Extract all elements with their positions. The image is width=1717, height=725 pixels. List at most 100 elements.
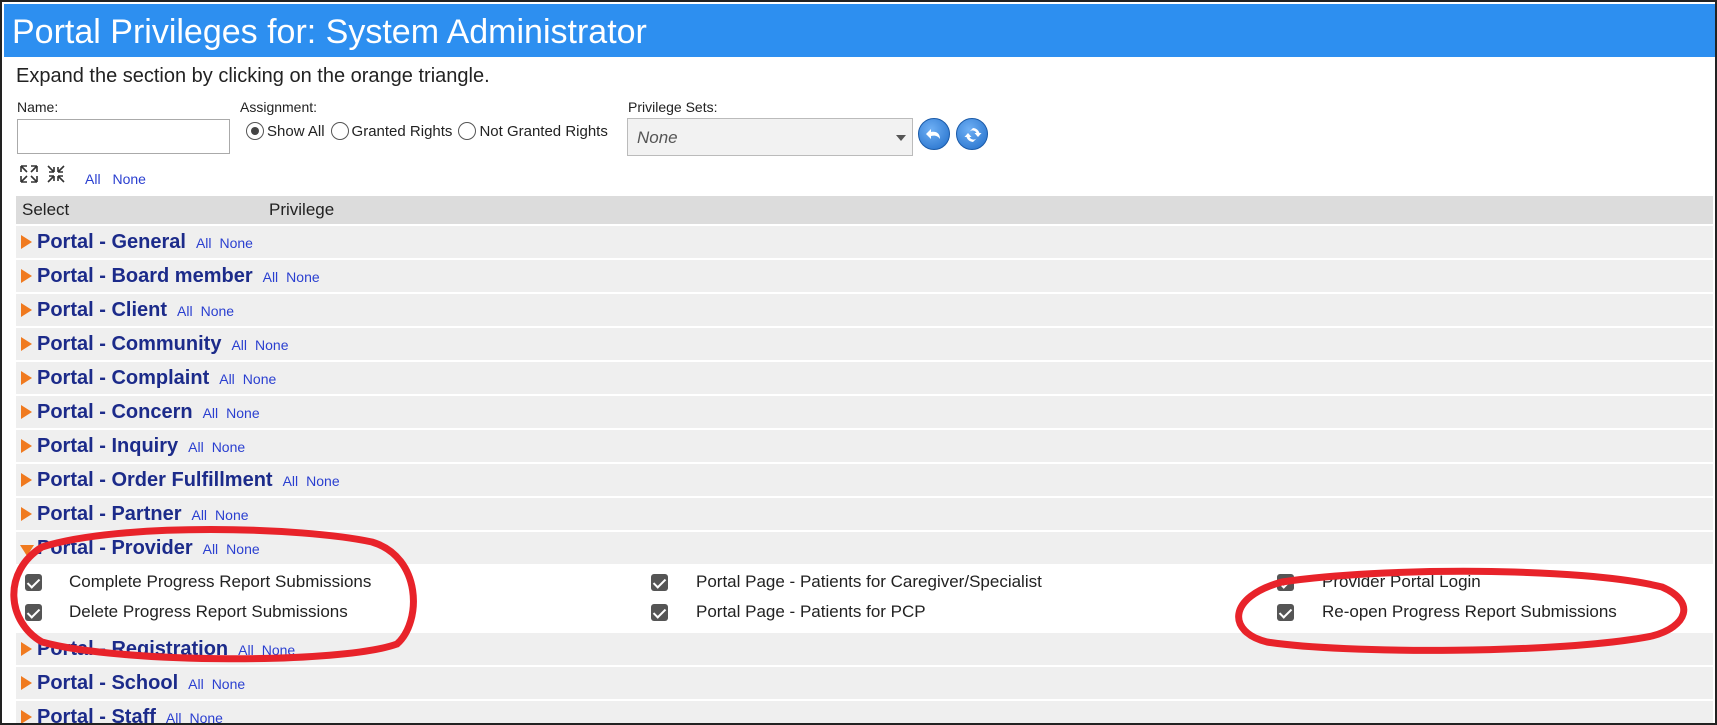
radio-granted-rights-label[interactable]: Granted Rights bbox=[352, 123, 453, 140]
group-name: Portal - Staff bbox=[37, 706, 156, 725]
assignment-label: Assignment: bbox=[240, 99, 318, 115]
refresh-button[interactable] bbox=[956, 118, 988, 150]
privilege-checkbox[interactable] bbox=[25, 604, 42, 621]
group-name: Portal - School bbox=[37, 672, 179, 694]
group-none-link[interactable]: None bbox=[189, 710, 222, 723]
radio-show-all-label[interactable]: Show All bbox=[267, 123, 325, 140]
undo-button[interactable] bbox=[918, 118, 950, 150]
group-row-community: Portal - Community All None bbox=[16, 328, 1713, 361]
expand-all-icon[interactable] bbox=[19, 164, 39, 189]
group-none-link[interactable]: None bbox=[212, 676, 245, 692]
group-row-order-fulfillment: Portal - Order Fulfillment All None bbox=[16, 464, 1713, 497]
group-all-link[interactable]: All bbox=[219, 371, 235, 387]
chevron-down-icon[interactable] bbox=[896, 135, 906, 141]
group-none-link[interactable]: None bbox=[201, 303, 234, 319]
group-none-link[interactable]: None bbox=[286, 269, 319, 285]
name-input[interactable] bbox=[17, 119, 230, 154]
column-header-select: Select bbox=[22, 200, 70, 219]
privilege-label: Portal Page - Patients for PCP bbox=[696, 602, 926, 621]
column-header-privilege: Privilege bbox=[269, 200, 335, 219]
radio-not-granted-rights-label[interactable]: Not Granted Rights bbox=[479, 123, 607, 140]
expand-triangle-icon[interactable] bbox=[21, 269, 32, 283]
radio-show-all[interactable] bbox=[246, 122, 264, 140]
group-all-link[interactable]: All bbox=[203, 541, 219, 557]
expand-triangle-icon[interactable] bbox=[21, 303, 32, 317]
select-none-link[interactable]: None bbox=[112, 171, 145, 187]
group-row-board-member: Portal - Board member All None bbox=[16, 260, 1713, 293]
group-none-link[interactable]: None bbox=[255, 337, 288, 353]
privilege-label: Complete Progress Report Submissions bbox=[69, 572, 372, 591]
group-row-partner: Portal - Partner All None bbox=[16, 498, 1713, 531]
group-none-link[interactable]: None bbox=[262, 642, 295, 658]
group-all-link[interactable]: All bbox=[283, 473, 299, 489]
expand-triangle-icon[interactable] bbox=[21, 642, 32, 656]
page-title: Portal Privileges for: System Administra… bbox=[4, 4, 1715, 57]
group-name: Portal - General bbox=[37, 231, 186, 253]
group-row-staff: Portal - Staff All None bbox=[16, 701, 1713, 725]
privilege-sets-label: Privilege Sets: bbox=[628, 99, 718, 115]
undo-icon bbox=[926, 129, 940, 139]
expand-triangle-icon[interactable] bbox=[21, 439, 32, 453]
group-row-registration: Portal - Registration All None bbox=[16, 633, 1713, 666]
group-all-link[interactable]: All bbox=[238, 642, 254, 658]
group-name: Portal - Client bbox=[37, 299, 168, 321]
group-name: Portal - Community bbox=[37, 333, 222, 355]
group-all-link[interactable]: All bbox=[203, 405, 219, 421]
group-name: Portal - Registration bbox=[37, 638, 229, 660]
table-header: Select Privilege bbox=[16, 196, 1713, 224]
expand-triangle-icon[interactable] bbox=[21, 405, 32, 419]
group-none-link[interactable]: None bbox=[212, 439, 245, 455]
select-all-none-links: All None bbox=[85, 171, 154, 187]
group-all-link[interactable]: All bbox=[196, 235, 212, 251]
collapse-triangle-icon[interactable] bbox=[20, 545, 34, 556]
group-row-school: Portal - School All None bbox=[16, 667, 1713, 700]
refresh-icon bbox=[964, 128, 982, 142]
assignment-radio-group: Show All Granted Rights Not Granted Righ… bbox=[246, 120, 614, 142]
group-all-link[interactable]: All bbox=[166, 710, 182, 723]
privilege-checkbox[interactable] bbox=[651, 574, 668, 591]
group-name: Portal - Provider bbox=[37, 537, 193, 559]
instructions-text: Expand the section by clicking on the or… bbox=[16, 65, 490, 87]
expand-triangle-icon[interactable] bbox=[21, 371, 32, 385]
radio-not-granted-rights[interactable] bbox=[458, 122, 477, 140]
collapse-all-icon[interactable] bbox=[46, 164, 66, 189]
group-all-link[interactable]: All bbox=[231, 337, 247, 353]
name-label: Name: bbox=[17, 99, 59, 115]
group-name: Portal - Board member bbox=[37, 265, 253, 287]
group-name: Portal - Complaint bbox=[37, 367, 210, 389]
group-none-link[interactable]: None bbox=[215, 507, 248, 523]
group-all-link[interactable]: All bbox=[263, 269, 279, 285]
privilege-checkbox[interactable] bbox=[651, 604, 668, 621]
group-all-link[interactable]: All bbox=[191, 507, 207, 523]
group-none-link[interactable]: None bbox=[306, 473, 339, 489]
expand-triangle-icon[interactable] bbox=[21, 235, 32, 249]
expand-triangle-icon[interactable] bbox=[21, 507, 32, 521]
expand-triangle-icon[interactable] bbox=[21, 337, 32, 351]
expand-triangle-icon[interactable] bbox=[21, 710, 32, 723]
expand-triangle-icon[interactable] bbox=[21, 473, 32, 487]
group-none-link[interactable]: None bbox=[226, 405, 259, 421]
privilege-label: Re-open Progress Report Submissions bbox=[1322, 602, 1617, 621]
group-row-concern: Portal - Concern All None bbox=[16, 396, 1713, 429]
provider-privileges-panel: Complete Progress Report Submissions Del… bbox=[16, 566, 1713, 632]
privilege-checkbox[interactable] bbox=[25, 574, 42, 591]
group-name: Portal - Concern bbox=[37, 401, 193, 423]
privilege-label: Portal Page - Patients for Caregiver/Spe… bbox=[696, 572, 1042, 591]
expand-triangle-icon[interactable] bbox=[21, 676, 32, 690]
select-all-link[interactable]: All bbox=[85, 171, 101, 187]
group-none-link[interactable]: None bbox=[243, 371, 276, 387]
group-none-link[interactable]: None bbox=[220, 235, 253, 251]
privilege-label: Delete Progress Report Submissions bbox=[69, 602, 348, 621]
group-row-inquiry: Portal - Inquiry All None bbox=[16, 430, 1713, 463]
group-all-link[interactable]: All bbox=[177, 303, 193, 319]
privilege-checkbox[interactable] bbox=[1277, 574, 1294, 591]
group-none-link[interactable]: None bbox=[226, 541, 259, 557]
privilege-sets-select[interactable]: None bbox=[627, 118, 913, 156]
group-all-link[interactable]: All bbox=[188, 676, 204, 692]
group-all-link[interactable]: All bbox=[188, 439, 204, 455]
group-row-client: Portal - Client All None bbox=[16, 294, 1713, 327]
group-row-general: Portal - General All None bbox=[16, 226, 1713, 259]
privilege-checkbox[interactable] bbox=[1277, 604, 1294, 621]
radio-granted-rights[interactable] bbox=[330, 122, 349, 140]
privilege-sets-value: None bbox=[637, 128, 678, 147]
